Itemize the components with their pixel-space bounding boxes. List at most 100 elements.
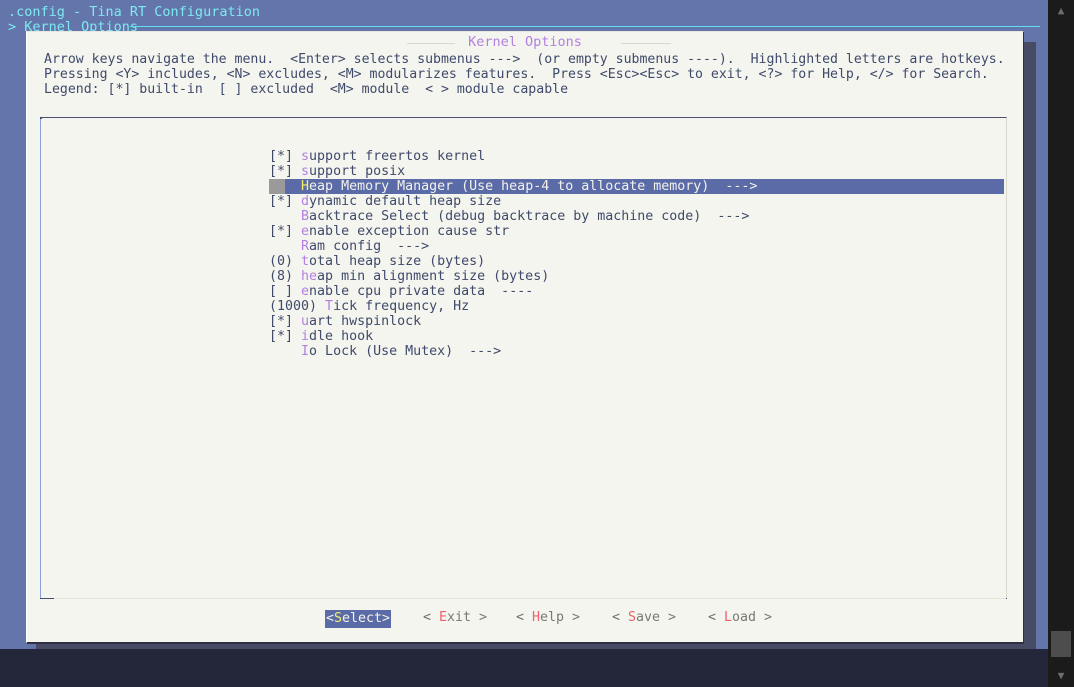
scrollbar-thumb[interactable]: [1051, 631, 1071, 657]
menu-box-corner-bl: [40, 598, 54, 599]
menu-item[interactable]: Heap Memory Manager (Use heap-4 to alloc…: [269, 179, 1004, 194]
menu-item[interactable]: [*] enable exception cause str: [269, 224, 1004, 239]
menu-item-flag: (1000): [269, 299, 325, 314]
menu-item-flag: [269, 239, 301, 254]
menu-item-hotkey: H: [301, 179, 309, 194]
menu-item-label: art hwspinlock: [309, 314, 421, 329]
button-label: ave >: [636, 610, 676, 625]
menu-item-hotkey: e: [301, 284, 309, 299]
menu-item-flag: [*]: [269, 149, 301, 164]
submenu-arrow-icon: --->: [701, 209, 749, 224]
button-bracket-open: <: [423, 610, 439, 625]
menu-item-hotkey: he: [301, 269, 317, 284]
menu-item-flag: [*]: [269, 329, 301, 344]
menu-item[interactable]: [*] idle hook: [269, 329, 1004, 344]
window-title: .config - Tina RT Configuration: [8, 5, 260, 20]
menu-item-flag: (0): [269, 254, 301, 269]
scrollbar[interactable]: ▲ ▼: [1048, 0, 1074, 687]
button-bracket-open: <: [708, 610, 724, 625]
select-button[interactable]: <Select>: [325, 610, 391, 628]
menu-item-label: nable cpu private data: [309, 284, 485, 299]
menu-item[interactable]: [*] support posix: [269, 164, 1004, 179]
menu-item[interactable]: [*] uart hwspinlock: [269, 314, 1004, 329]
menu-item-hotkey: d: [301, 194, 309, 209]
menu-item[interactable]: (0) total heap size (bytes): [269, 254, 1004, 269]
menu-item-flag: [ ]: [269, 284, 301, 299]
menu-item-label: am config: [309, 239, 381, 254]
menu-item-hotkey: t: [301, 254, 309, 269]
menu-item-label: nable exception cause str: [309, 224, 509, 239]
button-bracket-open: <: [326, 611, 334, 626]
dialog-title: Kernel Options: [27, 35, 1023, 50]
menu-item[interactable]: Io Lock (Use Mutex) --->: [269, 344, 1004, 359]
button-hotkey: L: [724, 610, 732, 625]
menu-item-hotkey: e: [301, 224, 309, 239]
menu-item-hotkey: I: [301, 344, 309, 359]
submenu-arrow-icon: ----: [485, 284, 533, 299]
terminal-backdrop: .config - Tina RT Configuration > Kernel…: [0, 0, 1048, 668]
config-dialog: Kernel Options Arrow keys navigate the m…: [26, 31, 1024, 644]
button-label: elp >: [540, 610, 580, 625]
terminal-bottom-bar: [0, 649, 1048, 668]
button-bracket-open: <: [516, 610, 532, 625]
menu-item-label: eap Memory Manager (Use heap-4 to alloca…: [309, 179, 709, 194]
menu-box: [*] support freertos kernel[*] support p…: [40, 117, 1007, 599]
menu-item-label: otal heap size (bytes): [309, 254, 485, 269]
menu-list: [*] support freertos kernel[*] support p…: [269, 149, 1004, 359]
menu-box-corner-tl: [40, 117, 42, 119]
menu-item[interactable]: [ ] enable cpu private data ----: [269, 284, 1004, 299]
button-bracket-open: <: [612, 610, 628, 625]
menu-item[interactable]: [*] support freertos kernel: [269, 149, 1004, 164]
breadcrumb-rule: [130, 26, 1040, 27]
help-text: Arrow keys navigate the menu. <Enter> se…: [44, 52, 1005, 97]
button-label: oad >: [732, 610, 772, 625]
menu-item-hotkey: u: [301, 314, 309, 329]
menu-item-flag: [285, 179, 301, 194]
button-label: xit >: [447, 610, 487, 625]
menu-item-hotkey: s: [301, 164, 309, 179]
button-hotkey: S: [628, 610, 636, 625]
menu-item-hotkey: R: [301, 239, 309, 254]
menu-item-hotkey: T: [325, 299, 333, 314]
menu-item[interactable]: Ram config --->: [269, 239, 1004, 254]
menu-item-label: acktrace Select (debug backtrace by mach…: [309, 209, 701, 224]
menu-box-corner-br: [1006, 598, 1007, 599]
save-button[interactable]: < Save >: [612, 610, 676, 626]
menu-item-hotkey: B: [301, 209, 309, 224]
menu-item[interactable]: (8) heap min alignment size (bytes): [269, 269, 1004, 284]
menu-item-flag: [*]: [269, 224, 301, 239]
menu-item-label: upport freertos kernel: [309, 149, 485, 164]
menu-item-label: o Lock (Use Mutex): [309, 344, 453, 359]
button-hotkey: H: [532, 610, 540, 625]
help-line: Legend: [*] built-in [ ] excluded <M> mo…: [44, 82, 1005, 97]
exit-button[interactable]: < Exit >: [423, 610, 487, 626]
menu-item-flag: [*]: [269, 194, 301, 209]
submenu-arrow-icon: --->: [709, 179, 757, 194]
help-button[interactable]: < Help >: [516, 610, 580, 626]
menu-item-flag: [269, 209, 301, 224]
help-line: Pressing <Y> includes, <N> excludes, <M>…: [44, 67, 1005, 82]
menu-item[interactable]: [*] dynamic default heap size: [269, 194, 1004, 209]
menu-item-label: ick frequency, Hz: [333, 299, 469, 314]
button-hotkey: E: [439, 610, 447, 625]
cursor-block: [269, 179, 285, 194]
menu-item-hotkey: s: [301, 149, 309, 164]
screen: .config - Tina RT Configuration > Kernel…: [0, 0, 1074, 687]
menu-item-flag: [*]: [269, 164, 301, 179]
menu-item-label: ap min alignment size (bytes): [317, 269, 549, 284]
menu-item-flag: (8): [269, 269, 301, 284]
menu-item-label: ynamic default heap size: [309, 194, 501, 209]
menu-item-label: dle hook: [309, 329, 373, 344]
scroll-down-arrow-icon[interactable]: ▼: [1048, 665, 1074, 687]
load-button[interactable]: < Load >: [708, 610, 772, 626]
scroll-up-arrow-icon[interactable]: ▲: [1048, 0, 1074, 22]
menu-item[interactable]: Backtrace Select (debug backtrace by mac…: [269, 209, 1004, 224]
menu-item-flag: [269, 344, 301, 359]
menu-item-hotkey: i: [301, 329, 309, 344]
button-bar: <Select> < Exit > < Help > < Save > < Lo…: [27, 610, 1023, 632]
help-line: Arrow keys navigate the menu. <Enter> se…: [44, 52, 1005, 67]
menu-item-label: upport posix: [309, 164, 405, 179]
submenu-arrow-icon: --->: [381, 239, 429, 254]
menu-item-flag: [*]: [269, 314, 301, 329]
menu-item[interactable]: (1000) Tick frequency, Hz: [269, 299, 1004, 314]
